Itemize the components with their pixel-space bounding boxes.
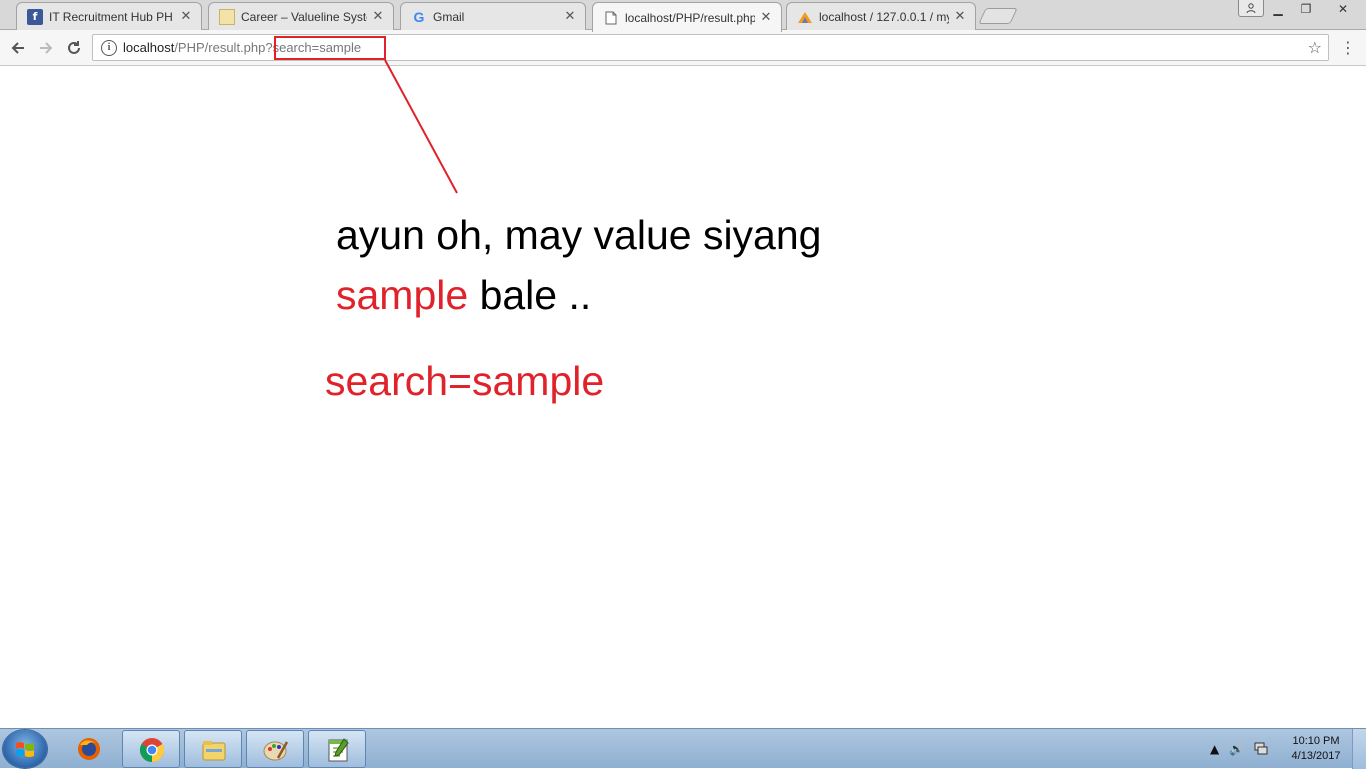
content-line-2: sample bale .. (336, 272, 592, 318)
clock-date: 4/13/2017 (1291, 750, 1341, 762)
show-desktop-button[interactable] (1352, 729, 1366, 769)
tab-title: localhost/PHP/result.php (625, 10, 755, 25)
tray-expand-icon[interactable]: ▲ (1210, 742, 1219, 756)
close-icon[interactable]: ✕ (759, 10, 773, 25)
taskbar-notepadpp[interactable] (308, 730, 366, 768)
tab-result-php[interactable]: localhost/PHP/result.php ✕ (592, 2, 782, 32)
taskbar-chrome[interactable] (122, 730, 180, 768)
system-tray: ▲ 🔊 (1205, 729, 1273, 769)
highlight-word: sample (336, 272, 469, 318)
network-icon[interactable] (1254, 741, 1268, 758)
paint-icon (263, 741, 289, 761)
folder-icon (202, 741, 226, 761)
chrome-icon (139, 738, 165, 762)
start-button[interactable] (3, 730, 47, 768)
annotation-label: search=sample (325, 358, 605, 404)
browser-window: f IT Recruitment Hub PH ✕ Career – Value… (0, 0, 1366, 728)
volume-icon[interactable]: 🔊 (1229, 742, 1244, 756)
clock[interactable]: 10:10 PM 4/13/2017 (1285, 734, 1347, 764)
taskbar-explorer[interactable] (184, 730, 242, 768)
taskbar-firefox[interactable] (60, 730, 118, 768)
taskbar-paint[interactable] (246, 730, 304, 768)
annotation-arrow (384, 59, 458, 194)
page-icon (603, 10, 619, 26)
notepad-plus-plus-icon (328, 738, 349, 762)
taskbar: ▲ 🔊 10:10 PM 4/13/2017 (0, 728, 1366, 769)
firefox-icon (78, 738, 100, 760)
clock-time: 10:10 PM (1292, 735, 1340, 747)
content-line-1: ayun oh, may value siyang (336, 212, 822, 258)
